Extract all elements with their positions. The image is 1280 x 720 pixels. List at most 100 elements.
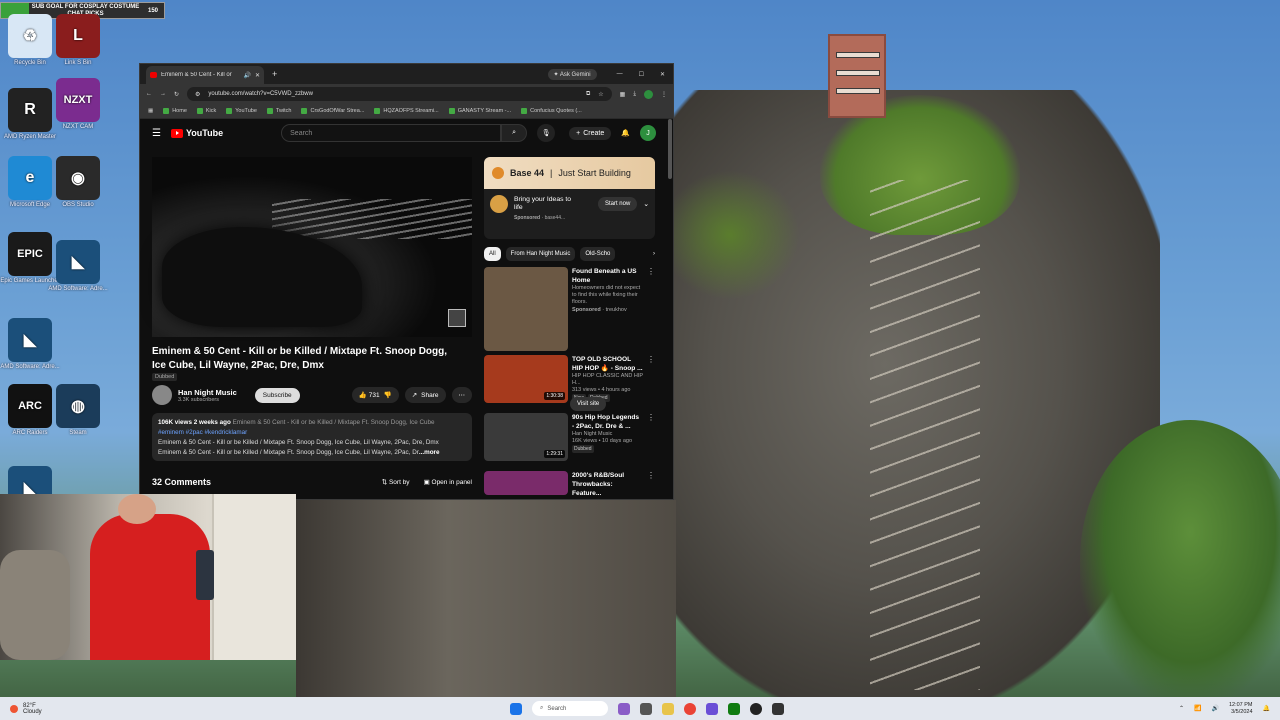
channel-avatar[interactable] [152,385,172,405]
bookmark-item[interactable]: YouTube [226,108,257,114]
start-button-icon[interactable] [510,702,522,715]
bookmark-item[interactable]: Confucius Quotes (... [521,108,582,114]
cast-icon[interactable]: ⧉ [586,91,590,98]
more-options-icon[interactable]: ⋮ [647,413,655,461]
search-button[interactable]: ⌕ [501,124,528,142]
bookmark-item[interactable]: CrsGodOfWar Strea... [301,108,364,114]
recommended-video[interactable]: Found Beneath a US Home Homeowners did no… [484,267,655,351]
tray-chevron-icon[interactable]: ⌃ [1179,705,1184,712]
dubbed-badge: Dubbed [152,373,178,381]
bookmark-item[interactable]: Home [163,108,187,114]
filter-chip[interactable]: From Han Night Music [505,247,576,261]
share-button[interactable]: ↗ Share [404,387,446,403]
app-icon[interactable] [706,702,718,715]
sponsored-ad-card[interactable]: Base 44 | Just Start Building Bring your I… [484,157,655,239]
notifications-icon[interactable]: 🔔 [1263,705,1270,712]
video-thumbnail[interactable]: 1:29:31 [484,413,568,461]
desktop-icon[interactable]: ◣ AMD Software: Adre... [0,318,60,370]
search-input[interactable]: Search [281,124,502,142]
reload-icon[interactable]: ↻ [174,91,179,98]
more-options-icon[interactable]: ⋮ [647,355,655,403]
clock[interactable]: 12:07 PM 3/5/2024 [1229,702,1253,716]
filter-chip[interactable]: Old-Scho [580,247,616,261]
desktop-icon[interactable]: ◉ OBS Studio [48,156,108,208]
file-explorer-icon[interactable] [662,702,674,715]
notifications-bell-icon[interactable]: 🔔 [621,129,630,137]
desktop-icon-label: AMD Software: Adre... [48,286,108,292]
video-player[interactable] [152,157,472,337]
terminal-icon[interactable] [772,702,784,715]
recommended-video[interactable]: 1:30:38 TOP OLD SCHOOL HIP HOP 🔥 - Snoop … [484,355,655,403]
network-icon[interactable]: 📶 [1194,705,1201,712]
extension-icon[interactable]: ▦ [620,91,626,98]
webcam-door [212,494,296,660]
more-actions-button[interactable]: ⋯ [451,387,472,403]
create-button[interactable]: + Create [569,126,612,140]
menu-dots-icon[interactable]: ⋮ [661,91,667,98]
desktop-icon[interactable]: ◣ AMD Software: Adre... [48,240,108,292]
youtube-logo[interactable]: YouTube [170,128,223,138]
xbox-icon[interactable] [728,702,740,715]
video-description[interactable]: 106K views 2 weeks ago Eminem & 50 Cent … [152,413,472,461]
recommended-video[interactable]: 2000's R&B/Soul Throwbacks: Feature... ⋮ [484,471,655,498]
chrome-icon[interactable] [684,702,696,715]
open-in-panel-button[interactable]: ▣ Open in panel [424,478,472,486]
video-thumbnail[interactable] [484,471,568,495]
task-view-icon[interactable] [640,702,652,715]
browser-tab[interactable]: Eminem & 50 Cent - Kill or 🔊 ✕ [146,66,264,84]
profile-icon[interactable] [644,89,653,99]
video-thumbnail[interactable]: 1:30:38 [484,355,568,403]
apps-grid-icon[interactable]: ▦ [148,108,153,114]
voice-search-button[interactable]: 🎙 [537,124,556,142]
sort-by-button[interactable]: ⇅ Sort by [382,478,410,486]
site-info-icon[interactable]: ⚙ [195,91,200,98]
bookmark-item[interactable]: Kick [196,108,216,114]
download-icon[interactable]: ⤓ [633,91,636,98]
forward-icon[interactable]: → [160,91,166,97]
desktop-icon[interactable]: L Link S Bin [48,14,108,66]
url-field[interactable]: ⚙ youtube.com/watch?v=C5VWD_zzbww ⧉ ☆ [187,87,612,101]
show-more-link[interactable]: ...more [419,449,440,456]
microphone-icon: 🎙 [541,130,551,137]
close-tab-icon[interactable]: ✕ [255,72,260,79]
bookmark-item[interactable]: HQZAOFPS Streami... [374,108,439,114]
maximize-icon[interactable]: ☐ [639,71,644,78]
ask-gemini-button[interactable]: ✦ Ask Gemini [547,68,597,80]
audio-icon[interactable]: 🔊 [243,72,250,79]
desktop-icon[interactable]: NZXT NZXT CAM [48,78,108,130]
dislike-button[interactable]: 👎 [384,391,392,399]
like-button[interactable]: 👍 731 [359,391,380,399]
filter-chip[interactable]: All [484,247,501,261]
bookmark-item[interactable]: Twitch [266,108,291,114]
desktop-icon-label: Steam [69,430,87,436]
webcam-head [118,494,156,524]
ad-banner[interactable]: Base 44 | Just Start Building [484,157,655,189]
description-hashtags[interactable]: #eminem #2pac #kendricklamar [158,428,466,438]
taskbar-search[interactable]: ⌕ Search [532,701,608,716]
subscribe-button[interactable]: Subscribe [254,387,300,403]
back-icon[interactable]: ← [146,91,152,97]
more-options-icon[interactable]: ⋮ [647,267,655,351]
ad-expand-chevron-icon[interactable]: ⌄ [643,200,649,208]
chips-next-icon[interactable]: › [653,251,655,257]
start-now-button[interactable]: Start now [597,197,638,211]
visit-site-button[interactable]: Visit site [570,397,607,411]
account-avatar[interactable]: J [639,125,656,141]
obs-icon[interactable] [750,702,762,715]
page-scrollbar[interactable] [668,119,672,179]
bookmark-star-icon[interactable]: ☆ [598,91,603,98]
video-thumbnail[interactable] [484,267,568,351]
close-window-icon[interactable]: ✕ [660,71,665,78]
widgets-icon[interactable] [618,702,630,715]
bookmark-item[interactable]: GANASTY Stream -... [448,108,511,114]
channel-name[interactable]: Han Night Music [178,388,237,397]
weather-widget[interactable]: 82°F Cloudy [10,703,42,715]
hamburger-menu-icon[interactable]: ☰ [152,128,161,139]
new-tab-icon[interactable]: + [272,69,277,79]
volume-icon[interactable]: 🔊 [1211,705,1218,712]
recommended-video[interactable]: 1:29:31 90s Hip Hop Legends - 2Pac, Dr. D… [484,413,655,461]
more-options-icon[interactable]: ⋮ [647,471,655,498]
minimize-icon[interactable]: — [617,71,623,78]
channel-watermark[interactable] [448,309,466,327]
desktop-icon[interactable]: ◍ Steam [48,384,108,436]
